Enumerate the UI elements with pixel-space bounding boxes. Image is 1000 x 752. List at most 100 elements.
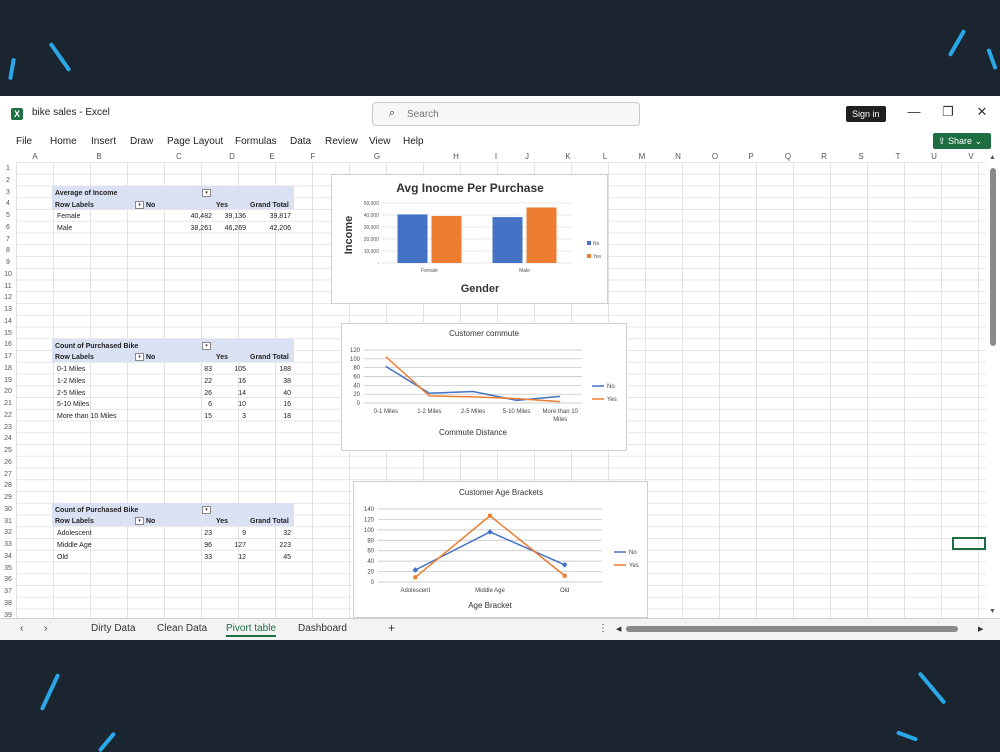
row-header[interactable]: 15 bbox=[0, 330, 16, 337]
pivot1-filter-icon[interactable]: ▾ bbox=[135, 201, 144, 209]
menu-review[interactable]: Review bbox=[325, 136, 358, 147]
column-header[interactable]: G bbox=[367, 152, 387, 162]
pivot3-dropdown-icon[interactable]: ▾ bbox=[202, 506, 211, 514]
row-header[interactable]: 28 bbox=[0, 482, 16, 489]
column-header[interactable]: E bbox=[262, 152, 282, 162]
pivot3-cell-yes[interactable]: 9 bbox=[206, 528, 246, 539]
row-header[interactable]: 8 bbox=[0, 247, 16, 254]
pivot3-cell-total[interactable]: 45 bbox=[251, 552, 291, 563]
row-header[interactable]: 13 bbox=[0, 306, 16, 313]
row-header[interactable]: 2 bbox=[0, 177, 16, 184]
row-header[interactable]: 4 bbox=[0, 200, 16, 207]
tab-dirty-data[interactable]: Dirty Data bbox=[91, 623, 135, 634]
tab-prev-icon[interactable]: ‹ bbox=[20, 623, 23, 634]
pivot3-cell-total[interactable]: 223 bbox=[251, 540, 291, 551]
menu-view[interactable]: View bbox=[369, 136, 391, 147]
menu-insert[interactable]: Insert bbox=[91, 136, 116, 147]
column-header[interactable]: N bbox=[668, 152, 688, 162]
column-header[interactable]: R bbox=[814, 152, 834, 162]
row-header[interactable]: 20 bbox=[0, 388, 16, 395]
pivot1-cell-total[interactable]: 42,206 bbox=[251, 223, 291, 234]
row-header[interactable]: 31 bbox=[0, 518, 16, 525]
row-header[interactable]: 14 bbox=[0, 318, 16, 325]
pivot2-cell-yes[interactable]: 16 bbox=[206, 376, 246, 387]
search-input[interactable] bbox=[407, 106, 627, 122]
column-header[interactable]: H bbox=[446, 152, 466, 162]
tab-dashboard[interactable]: Dashboard bbox=[298, 623, 347, 634]
row-header[interactable]: 36 bbox=[0, 576, 16, 583]
pivot2-dropdown-icon[interactable]: ▾ bbox=[202, 342, 211, 350]
close-icon[interactable]: ✕ bbox=[972, 104, 992, 120]
pivot2-cell-yes[interactable]: 3 bbox=[206, 411, 246, 422]
row-header[interactable]: 1 bbox=[0, 165, 16, 172]
selected-cell[interactable] bbox=[952, 537, 986, 550]
pivot2-cell-label[interactable]: 2-5 Miles bbox=[57, 388, 85, 399]
column-header[interactable]: B bbox=[89, 152, 109, 162]
pivot1-cell-label[interactable]: Male bbox=[57, 223, 72, 234]
menu-formulas[interactable]: Formulas bbox=[235, 136, 277, 147]
pivot3-cell-yes[interactable]: 127 bbox=[206, 540, 246, 551]
row-header[interactable]: 17 bbox=[0, 353, 16, 360]
row-header[interactable]: 25 bbox=[0, 447, 16, 454]
column-header[interactable]: J bbox=[517, 152, 537, 162]
row-header[interactable]: 9 bbox=[0, 259, 16, 266]
pivot2-cell-yes[interactable]: 105 bbox=[206, 364, 246, 375]
row-header[interactable]: 35 bbox=[0, 565, 16, 572]
row-header[interactable]: 33 bbox=[0, 541, 16, 548]
tab-clean-data[interactable]: Clean Data bbox=[157, 623, 207, 634]
pivot2-cell-total[interactable]: 18 bbox=[251, 411, 291, 422]
row-header[interactable]: 37 bbox=[0, 588, 16, 595]
row-header[interactable]: 6 bbox=[0, 224, 16, 231]
column-header[interactable]: C bbox=[169, 152, 189, 162]
pivot3-cell-yes[interactable]: 12 bbox=[206, 552, 246, 563]
row-header[interactable]: 16 bbox=[0, 341, 16, 348]
pivot2-cell-label[interactable]: 1-2 Miles bbox=[57, 376, 85, 387]
row-header[interactable]: 12 bbox=[0, 294, 16, 301]
pivot2-cell-label[interactable]: More than 10 Miles bbox=[57, 411, 117, 422]
row-header[interactable]: 21 bbox=[0, 400, 16, 407]
scroll-down-icon[interactable]: ▼ bbox=[989, 608, 996, 615]
menu-help[interactable]: Help bbox=[403, 136, 424, 147]
row-header[interactable]: 34 bbox=[0, 553, 16, 560]
pivot2-cell-total[interactable]: 16 bbox=[251, 399, 291, 410]
column-header[interactable]: F bbox=[303, 152, 323, 162]
column-header[interactable]: L bbox=[595, 152, 615, 162]
row-header[interactable]: 32 bbox=[0, 529, 16, 536]
pivot1-cell-label[interactable]: Female bbox=[57, 211, 80, 222]
column-header[interactable]: K bbox=[558, 152, 578, 162]
chart-customer-commute[interactable]: Customer commute 0 20 40 60 80 100 120 0-1 Miles… bbox=[341, 323, 627, 451]
row-header[interactable]: 27 bbox=[0, 471, 16, 478]
pivot1-cell-yes[interactable]: 46,269 bbox=[206, 223, 246, 234]
scroll-up-icon[interactable]: ▲ bbox=[989, 154, 996, 161]
column-header[interactable]: D bbox=[222, 152, 242, 162]
column-header[interactable]: M bbox=[632, 152, 652, 162]
pivot2-cell-total[interactable]: 40 bbox=[251, 388, 291, 399]
row-header[interactable]: 30 bbox=[0, 506, 16, 513]
row-header[interactable]: 10 bbox=[0, 271, 16, 278]
menu-home[interactable]: Home bbox=[50, 136, 77, 147]
scroll-right-icon[interactable]: ▶ bbox=[978, 625, 983, 633]
row-header[interactable]: 38 bbox=[0, 600, 16, 607]
pivot2-filter-icon[interactable]: ▾ bbox=[135, 353, 144, 361]
row-header[interactable]: 5 bbox=[0, 212, 16, 219]
more-options-icon[interactable]: ⋮ bbox=[598, 623, 608, 634]
pivot1-cell-yes[interactable]: 39,136 bbox=[206, 211, 246, 222]
row-header[interactable]: 23 bbox=[0, 424, 16, 431]
menu-file[interactable]: File bbox=[16, 136, 32, 147]
chart-avg-income[interactable]: Avg Inocme Per Purchase - 10,000 20,000 30,0… bbox=[331, 174, 608, 304]
row-header[interactable]: 7 bbox=[0, 236, 16, 243]
menu-draw[interactable]: Draw bbox=[130, 136, 153, 147]
column-header[interactable]: P bbox=[741, 152, 761, 162]
column-header[interactable]: A bbox=[25, 152, 45, 162]
row-header[interactable]: 19 bbox=[0, 377, 16, 384]
pivot2-cell-total[interactable]: 38 bbox=[251, 376, 291, 387]
row-header[interactable]: 29 bbox=[0, 494, 16, 501]
pivot2-cell-yes[interactable]: 10 bbox=[206, 399, 246, 410]
pivot3-filter-icon[interactable]: ▾ bbox=[135, 517, 144, 525]
tab-pivort-table[interactable]: Pivort table bbox=[226, 623, 277, 637]
pivot3-cell-label[interactable]: Middle Age bbox=[57, 540, 92, 551]
share-button[interactable]: ⇪ Share ⌄ bbox=[933, 133, 991, 149]
pivot1-cell-total[interactable]: 39,817 bbox=[251, 211, 291, 222]
menu-data[interactable]: Data bbox=[290, 136, 311, 147]
search-box[interactable]: ⌕ bbox=[372, 102, 640, 126]
